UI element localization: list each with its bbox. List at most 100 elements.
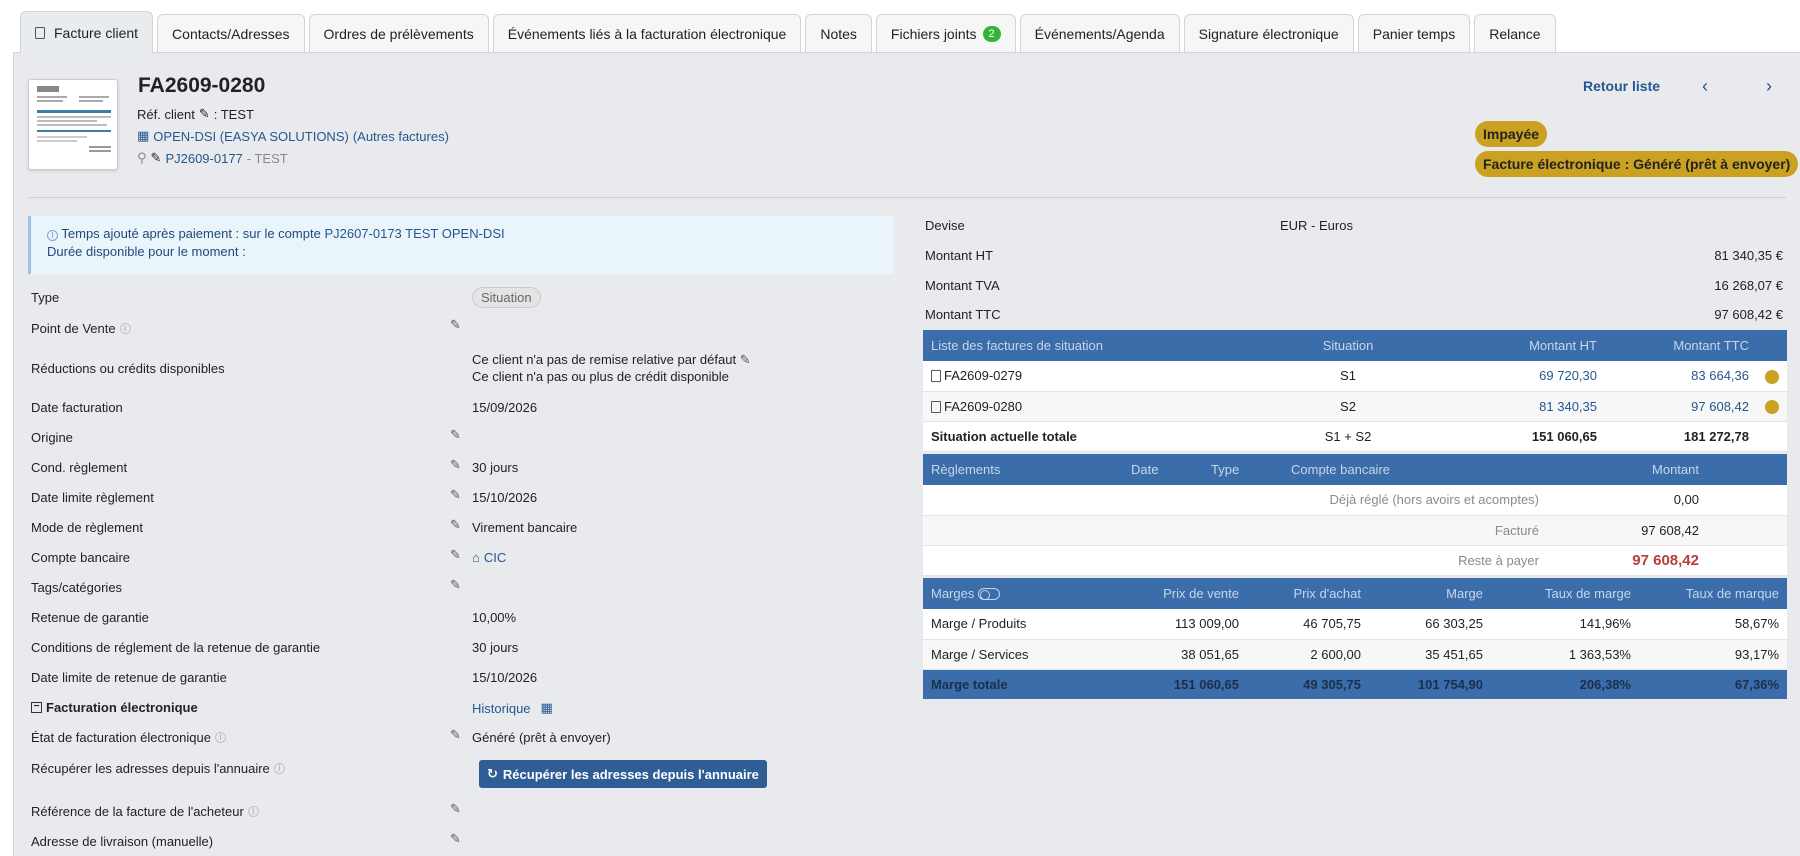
toggle-icon[interactable] bbox=[978, 588, 1001, 600]
company-line: ▦ OPEN-DSI (EASYA SOLUTIONS) (Autres fac… bbox=[137, 128, 449, 144]
field-label-retention: Retenue de garantie bbox=[31, 610, 149, 625]
situation-cell: S1 bbox=[1273, 361, 1423, 392]
table-row: Facturé 97 608,42 bbox=[923, 515, 1787, 546]
status-badge: Impayée bbox=[1475, 121, 1548, 147]
due-value: 15/10/2026 bbox=[472, 490, 538, 505]
info-icon: i bbox=[47, 230, 58, 241]
edit-pencil-icon[interactable]: ✎ bbox=[199, 106, 210, 122]
margin-cell: 38 051,65 bbox=[1123, 639, 1247, 670]
back-to-list-link[interactable]: Retour liste bbox=[1583, 78, 1660, 94]
calendar-icon[interactable]: ▦ bbox=[541, 700, 553, 716]
tab-fichiers-joints[interactable]: Fichiers joints 2 bbox=[875, 14, 1016, 53]
ht-cell: 69 720,30 bbox=[1423, 361, 1605, 392]
table-header-row: Règlements Date Type Compte bancaire Mon… bbox=[923, 454, 1787, 485]
tab-panier-temps[interactable]: Panier temps bbox=[1357, 14, 1471, 53]
table-total-row: Marge totale 151 060,65 49 305,75 101 75… bbox=[923, 669, 1787, 699]
einvoice-status-badge: Facture électronique : Généré (prêt à en… bbox=[1475, 151, 1799, 177]
field-label-tags: Tags/catégories bbox=[31, 580, 123, 595]
currency-label: Devise bbox=[925, 217, 965, 233]
info-line-1: i Temps ajouté après paiement : sur le c… bbox=[47, 226, 878, 241]
document-preview-icon bbox=[37, 86, 111, 152]
tab-contacts[interactable]: Contacts/Adresses bbox=[157, 14, 305, 53]
margin-cell: 113 009,00 bbox=[1123, 609, 1247, 640]
field-label-discount: Réductions ou crédits disponibles bbox=[31, 361, 225, 376]
info-icon: i bbox=[273, 763, 285, 774]
discount-value: Ce client n'a pas de remise relative par… bbox=[472, 351, 751, 385]
tab-label: Événements/Agenda bbox=[1034, 26, 1165, 42]
status-dot-icon bbox=[1765, 369, 1779, 384]
info-text: Temps ajouté après paiement : sur le com… bbox=[61, 226, 321, 241]
edit-pencil-icon[interactable]: ✎ bbox=[740, 352, 751, 367]
invoice-thumbnail[interactable] bbox=[28, 79, 118, 170]
edit-pencil-icon[interactable]: ✎ bbox=[151, 150, 162, 166]
edit-pencil-icon[interactable]: ✎ bbox=[450, 487, 461, 503]
table-total-row: Situation actuelle totale S1 + S2 151 06… bbox=[923, 421, 1787, 452]
building-icon: ▦ bbox=[137, 128, 150, 143]
einvoice-section-toggle[interactable]: − Facturation électronique bbox=[31, 700, 198, 715]
discount-line-2: Ce client n'a pas ou plus de crédit disp… bbox=[472, 369, 729, 384]
situation-ref-link[interactable]: FA2609-0279 bbox=[944, 368, 1022, 383]
margin-cell: 46 705,75 bbox=[1247, 609, 1369, 640]
project-account-link[interactable]: PJ2607-0173 TEST OPEN-DSI bbox=[324, 226, 504, 241]
fetch-button-label: Récupérer les adresses depuis l'annuaire bbox=[502, 766, 759, 782]
einvoice-history: Historique ▦ bbox=[472, 700, 553, 716]
einvoice-state-label: État de facturation électronique bbox=[31, 730, 211, 745]
chevron-right-icon[interactable]: › bbox=[1766, 76, 1772, 97]
edit-pencil-icon[interactable]: ✎ bbox=[450, 727, 461, 743]
field-label-bank: Compte bancaire bbox=[31, 550, 130, 565]
edit-pencil-icon[interactable]: ✎ bbox=[450, 317, 461, 333]
retention-cond-value: 30 jours bbox=[472, 640, 519, 655]
chevron-left-icon[interactable]: ‹ bbox=[1702, 76, 1708, 97]
ttc-label: Montant TTC bbox=[925, 306, 1001, 322]
col-header: Marge bbox=[1369, 578, 1491, 609]
info-box: i Temps ajouté après paiement : sur le c… bbox=[28, 216, 894, 274]
col-header bbox=[1757, 330, 1787, 361]
project-line: ⚲ ✎ PJ2609-0177 - TEST bbox=[137, 150, 288, 166]
tab-notes[interactable]: Notes bbox=[805, 14, 872, 53]
margin-cell: 93,17% bbox=[1639, 639, 1787, 670]
tab-ordres-prelevements[interactable]: Ordres de prélèvements bbox=[308, 14, 489, 53]
edit-pencil-icon[interactable]: ✎ bbox=[450, 517, 461, 533]
ht-value: 81 340,35 € bbox=[1714, 247, 1783, 263]
margin-cell: 141,96% bbox=[1491, 609, 1639, 640]
total-ttc: 181 272,78 bbox=[1605, 421, 1757, 452]
mode-value: Virement bancaire bbox=[472, 520, 578, 535]
field-label-cond: Cond. règlement bbox=[31, 460, 128, 475]
tab-signature[interactable]: Signature électronique bbox=[1183, 14, 1354, 53]
table-row: Reste à payer 97 608,42 bbox=[923, 545, 1787, 576]
edit-pencil-icon[interactable]: ✎ bbox=[450, 801, 461, 817]
company-link[interactable]: OPEN-DSI (EASYA SOLUTIONS) bbox=[153, 129, 349, 144]
pos-label: Point de Vente bbox=[31, 321, 116, 336]
history-link[interactable]: Historique bbox=[472, 701, 531, 716]
tab-evenements-facturation[interactable]: Événements liés à la facturation électro… bbox=[492, 14, 802, 53]
tab-label: Contacts/Adresses bbox=[172, 26, 290, 42]
tva-label: Montant TVA bbox=[925, 277, 1000, 293]
tab-label: Ordres de prélèvements bbox=[323, 26, 474, 42]
tab-agenda[interactable]: Événements/Agenda bbox=[1019, 14, 1180, 53]
total-situation: S1 + S2 bbox=[1273, 421, 1423, 452]
ttc-cell: 97 608,42 bbox=[1605, 391, 1757, 422]
col-header: Montant HT bbox=[1423, 330, 1605, 361]
margin-cell: 2 600,00 bbox=[1247, 639, 1369, 670]
fetch-label: Récupérer les adresses depuis l'annuaire bbox=[31, 761, 270, 776]
tab-relance[interactable]: Relance bbox=[1474, 14, 1556, 53]
edit-pencil-icon[interactable]: ✎ bbox=[450, 577, 461, 593]
ttc-cell: 83 664,36 bbox=[1605, 361, 1757, 392]
tab-label: Panier temps bbox=[1372, 26, 1456, 42]
edit-pencil-icon[interactable]: ✎ bbox=[450, 427, 461, 443]
bank-icon: ⌂ bbox=[472, 550, 480, 565]
situation-ref-link[interactable]: FA2609-0280 bbox=[944, 399, 1022, 414]
other-invoices-link[interactable]: (Autres factures) bbox=[353, 129, 449, 144]
edit-pencil-icon[interactable]: ✎ bbox=[450, 547, 461, 563]
edit-pencil-icon[interactable]: ✎ bbox=[450, 831, 461, 847]
tab-facture-client[interactable]: Facture client bbox=[20, 11, 154, 53]
bank-link[interactable]: CIC bbox=[484, 550, 506, 565]
currency-value: EUR - Euros bbox=[1280, 217, 1353, 233]
date-value: 15/09/2026 bbox=[472, 400, 538, 415]
total-ht: 151 060,65 bbox=[1423, 421, 1605, 452]
edit-pencil-icon[interactable]: ✎ bbox=[450, 457, 461, 473]
project-link[interactable]: PJ2609-0177 bbox=[165, 151, 242, 166]
ttc-row: Montant TTC 97 608,42 € bbox=[925, 300, 1785, 328]
fetch-addresses-button[interactable]: ↻ Récupérer les adresses depuis l'annuai… bbox=[479, 760, 767, 788]
margins-table: Marges Prix de vente Prix d'achat Marge … bbox=[923, 578, 1787, 699]
